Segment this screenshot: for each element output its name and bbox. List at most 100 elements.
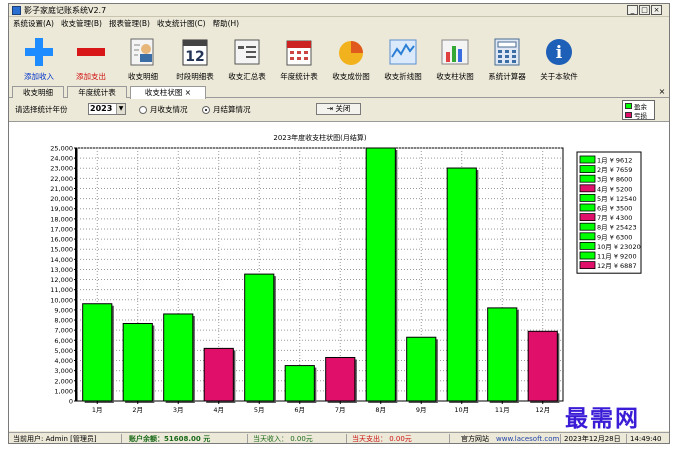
svg-text:i: i	[556, 43, 563, 63]
tab-label: 年度统计表	[78, 88, 116, 97]
y-tick-label: 5,000	[54, 347, 73, 355]
toolbar-annual-calendar-button[interactable]: 年度统计表	[273, 31, 325, 85]
y-tick-label: 10,000	[50, 296, 73, 304]
status-income-today: 当天收入： 0.00元	[253, 435, 313, 443]
app-window: 影子家庭记账系统V2.7 _ □ × 系统设置(A) 收支管理(B) 报表管理(…	[8, 3, 670, 444]
close-tabs-icon[interactable]: ×	[657, 87, 667, 97]
tab-annual-stats[interactable]: 年度统计表	[67, 86, 127, 98]
bar-6月	[284, 365, 315, 402]
y-tick-label: 1,000	[54, 387, 73, 395]
radio-monthly-income[interactable]: 月收支情况	[139, 104, 188, 115]
status-user: 当前用户: Admin [管理员]	[13, 435, 97, 443]
toolbar-income-detail-button[interactable]: 收支明细	[117, 31, 169, 85]
y-tick-label: 8,000	[54, 317, 73, 325]
add-expense-icon	[76, 37, 106, 67]
toolbar-summary-report-button[interactable]: 收支汇总表	[221, 31, 273, 85]
year-value: 2023	[90, 104, 113, 113]
y-tick-label: 11,000	[50, 286, 73, 294]
y-tick-label: 6,000	[54, 337, 73, 345]
toolbar-pie-chart-button[interactable]: 收支成份图	[325, 31, 377, 85]
bar-12月	[527, 330, 558, 402]
close-label: 关闭	[335, 104, 351, 113]
menu-help[interactable]: 帮助(H)	[213, 18, 240, 30]
chevron-down-icon[interactable]: ▼	[116, 104, 125, 114]
toolbar-label: 收支成份图	[332, 72, 370, 81]
y-tick-label: 22,000	[50, 175, 73, 183]
status-site-link[interactable]: www.lacesoft.com	[496, 434, 559, 443]
window-title: 影子家庭记账系统V2.7	[24, 6, 107, 15]
tab-income-detail[interactable]: 收支明细	[12, 86, 64, 98]
legend-swatch	[579, 165, 596, 173]
year-select[interactable]: 2023 ▼	[88, 103, 126, 115]
legend-swatch	[579, 251, 596, 260]
tab-bar-chart[interactable]: 收支柱状图 ×	[130, 86, 206, 99]
y-tick-label: 19,000	[50, 205, 73, 213]
chart-title: 2023年度收支柱状图(月结算)	[273, 133, 367, 142]
menu-income-expense[interactable]: 收支管理(B)	[61, 18, 102, 30]
legend-entry: 8月 ¥ 25423	[597, 224, 637, 232]
legend-entry: 12月 ¥ 6887	[597, 262, 637, 270]
tab-label: 收支明细	[23, 88, 53, 97]
bar-9月	[406, 336, 437, 402]
toolbar-calendar-12-button[interactable]: 12 时段明细表	[169, 31, 221, 85]
title-bar[interactable]: 影子家庭记账系统V2.7 _ □ ×	[9, 4, 669, 17]
exit-icon: ⇥	[326, 104, 333, 113]
toolbar-info-button[interactable]: i 关于本软件	[533, 31, 585, 85]
x-tick-label: 12月	[535, 406, 550, 414]
x-tick-label: 11月	[495, 406, 510, 414]
y-tick-label: 14,000	[50, 256, 73, 264]
legend-swatch	[579, 261, 596, 270]
toolbar-calculator-button[interactable]: 系统计算器	[481, 31, 533, 85]
toolbar-add-expense-button[interactable]: 添加支出	[65, 31, 117, 85]
y-tick-label: 17,000	[50, 225, 73, 233]
toolbar-label: 添加收入	[24, 72, 54, 81]
toolbar-label: 收支明细	[128, 72, 158, 81]
bar-2月	[122, 322, 153, 402]
pie-chart-icon	[336, 37, 366, 67]
y-tick-label: 2,000	[54, 377, 73, 385]
radio-label: 月收支情况	[150, 105, 188, 114]
y-tick-label: 16,000	[50, 236, 73, 244]
surplus-deficit-legend: 盈余 亏损	[622, 100, 655, 120]
deficit-swatch	[625, 111, 632, 118]
x-tick-label: 9月	[416, 406, 427, 414]
legend-entry: 3月 ¥ 8600	[597, 176, 632, 184]
legend-entry: 2月 ¥ 7659	[597, 166, 632, 174]
x-tick-label: 3月	[173, 406, 184, 414]
radio-monthly-settlement[interactable]: 月结算情况	[202, 104, 251, 115]
status-date: 2023年12月28日	[564, 435, 621, 443]
x-tick-label: 6月	[294, 406, 305, 414]
legend-entry: 11月 ¥ 9200	[597, 253, 637, 261]
close-button[interactable]: ⇥ 关闭	[316, 103, 361, 115]
minimize-button[interactable]: _	[627, 5, 638, 15]
x-tick-label: 5月	[254, 406, 265, 414]
toolbar-bar-chart-button[interactable]: 收支柱状图	[429, 31, 481, 85]
close-window-button[interactable]: ×	[651, 5, 662, 15]
info-icon: i	[544, 37, 574, 67]
menu-reports[interactable]: 报表管理(B)	[109, 18, 150, 30]
x-tick-label: 7月	[335, 406, 346, 414]
status-bar: 当前用户: Admin [管理员] 账户余额：51608.00 元 当天收入： …	[9, 432, 669, 443]
menu-bar: 系统设置(A) 收支管理(B) 报表管理(B) 收支统计图(C) 帮助(H)	[9, 18, 669, 30]
toolbar-add-income-button[interactable]: 添加收入	[13, 31, 65, 85]
tab-strip: 收支明细 年度统计表 收支柱状图 × ×	[9, 86, 669, 99]
legend-swatch	[579, 155, 596, 164]
status-time: 14:49:40	[630, 435, 662, 443]
y-tick-label: 3,000	[54, 367, 73, 375]
menu-charts[interactable]: 收支统计图(C)	[157, 18, 206, 30]
legend-swatch	[579, 232, 596, 241]
legend-swatch	[579, 213, 596, 221]
legend-entry: 4月 ¥ 5200	[597, 185, 632, 193]
maximize-button[interactable]: □	[639, 5, 650, 15]
status-site-label: 官方网站	[461, 435, 489, 443]
toolbar-label: 添加支出	[76, 72, 106, 81]
bar-10月	[446, 167, 477, 402]
bar-3月	[163, 313, 194, 402]
y-tick-label: 13,000	[50, 266, 73, 274]
bar-7月	[325, 356, 356, 402]
menu-system-settings[interactable]: 系统设置(A)	[13, 18, 54, 30]
status-expense-today: 当天支出： 0.00元	[352, 435, 412, 443]
tab-close-icon[interactable]: ×	[185, 88, 191, 97]
legend-deficit-row: 亏损	[623, 110, 654, 120]
toolbar-line-chart-button[interactable]: 收支折线图	[377, 31, 429, 85]
